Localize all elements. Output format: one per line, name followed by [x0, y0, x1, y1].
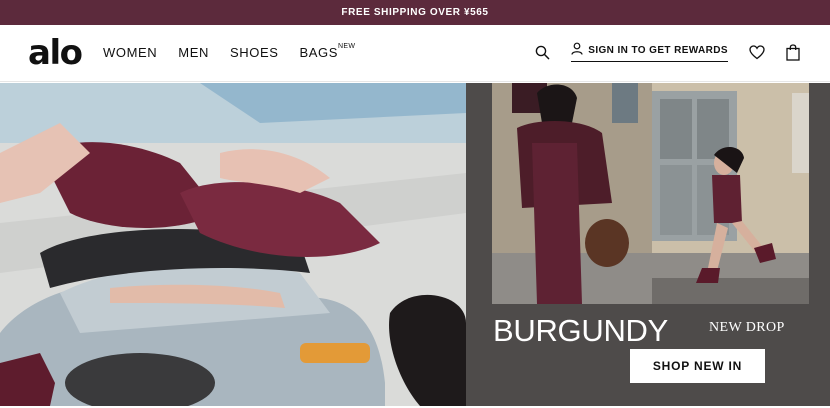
announcement-text: FREE SHIPPING OVER ¥565: [341, 7, 489, 18]
sign-in-rewards-link[interactable]: SIGN IN TO GET REWARDS: [571, 42, 728, 62]
logo[interactable]: alo: [28, 33, 83, 73]
nav-item-shoes[interactable]: SHOES: [230, 45, 279, 61]
nav-item-label: WOMEN: [103, 45, 158, 60]
hero-image-right[interactable]: [492, 83, 809, 304]
hero-headline: BURGUNDY: [493, 313, 669, 348]
hero-image-left[interactable]: [0, 83, 466, 406]
nav-item-bags[interactable]: BAGS NEW: [299, 43, 355, 61]
street-photo: [492, 83, 809, 304]
hero-tagline: NEW DROP: [709, 320, 785, 335]
nav-item-label: SHOES: [229, 45, 279, 60]
hero-panel-right: BURGUNDY NEW DROP SHOP NEW IN: [466, 83, 830, 406]
bag-icon[interactable]: [782, 41, 804, 63]
new-badge: NEW: [338, 43, 356, 50]
nav-item-men[interactable]: MEN: [178, 45, 209, 61]
nav-item-label: BAGS: [299, 45, 339, 60]
shop-new-in-button[interactable]: SHOP NEW IN: [630, 349, 765, 383]
site-header: alo WOMEN MEN SHOES BAGS NEW SIGN IN TO …: [0, 25, 830, 82]
user-icon: [571, 42, 583, 58]
nav-item-women[interactable]: WOMEN: [103, 45, 157, 61]
nav-item-label: MEN: [178, 45, 209, 60]
sign-in-label: SIGN IN TO GET REWARDS: [588, 44, 728, 56]
header-actions: SIGN IN TO GET REWARDS: [531, 41, 804, 63]
scooter-photo: [0, 83, 466, 406]
heart-icon[interactable]: [746, 41, 768, 63]
announcement-bar: FREE SHIPPING OVER ¥565: [0, 0, 830, 25]
search-icon[interactable]: [531, 41, 553, 63]
main-nav: WOMEN MEN SHOES BAGS NEW: [103, 43, 355, 61]
